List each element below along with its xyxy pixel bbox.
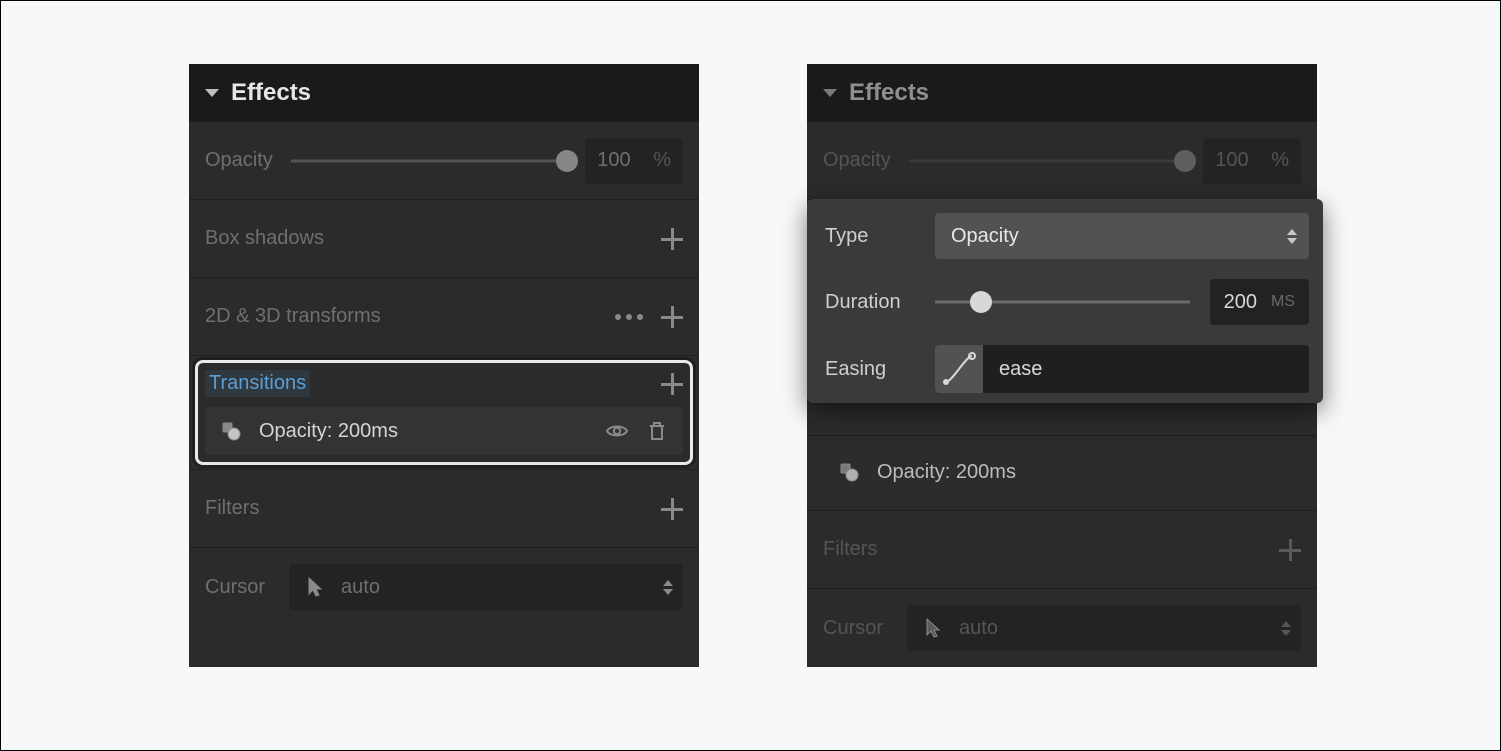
cursor-row: Cursor auto — [189, 548, 699, 626]
opacity-label: Opacity — [823, 149, 891, 172]
cursor-row: Cursor auto — [807, 589, 1317, 667]
opacity-input[interactable]: 100 % — [585, 138, 683, 184]
transforms-row: 2D & 3D transforms — [189, 278, 699, 356]
select-chevrons-icon — [1281, 621, 1291, 636]
easing-curve-icon — [935, 345, 983, 393]
opacity-slider[interactable] — [291, 146, 567, 176]
add-transform-button[interactable] — [661, 306, 683, 328]
transition-item[interactable]: Opacity: 200ms — [823, 448, 1301, 496]
collapse-icon — [823, 89, 837, 97]
duration-input[interactable]: 200 MS — [1210, 279, 1309, 325]
transition-item[interactable]: Opacity: 200ms — [205, 407, 683, 455]
delete-icon[interactable] — [645, 419, 669, 443]
transitions-label: Transitions — [205, 370, 310, 397]
cursor-value: auto — [959, 617, 998, 640]
effects-header[interactable]: Effects — [189, 64, 699, 122]
transforms-label: 2D & 3D transforms — [205, 305, 381, 328]
cursor-value: auto — [341, 576, 380, 599]
duration-slider[interactable] — [935, 287, 1190, 317]
easing-select[interactable]: ease — [935, 345, 1309, 393]
cursor-icon — [921, 616, 945, 640]
duration-label: Duration — [825, 291, 925, 314]
box-shadows-row: Box shadows — [189, 200, 699, 278]
filters-row: Filters — [189, 470, 699, 548]
cursor-label: Cursor — [205, 576, 265, 599]
filters-label: Filters — [823, 538, 877, 561]
cursor-select[interactable]: auto — [289, 564, 683, 610]
easing-label: Easing — [825, 358, 925, 381]
transition-icon — [837, 460, 861, 484]
transitions-section: Transitions Opacity: 200ms — [189, 356, 699, 470]
select-chevrons-icon — [663, 580, 673, 595]
add-filter-button[interactable] — [1279, 539, 1301, 561]
transition-settings-popup: Type Opacity Duration 200 MS Easing — [807, 199, 1323, 403]
opacity-row: Opacity 100 % — [807, 122, 1317, 200]
transition-item-label: Opacity: 200ms — [877, 461, 1287, 484]
transition-type-select[interactable]: Opacity — [935, 213, 1309, 259]
opacity-slider[interactable] — [909, 146, 1185, 176]
transition-icon — [219, 419, 243, 443]
cursor-select[interactable]: auto — [907, 605, 1301, 651]
effects-header[interactable]: Effects — [807, 64, 1317, 122]
effects-panel-left: Effects Opacity 100 % Box shadows 2D & 3… — [189, 64, 699, 667]
add-box-shadow-button[interactable] — [661, 228, 683, 250]
select-chevrons-icon — [1287, 229, 1297, 244]
transforms-more-icon[interactable] — [615, 314, 643, 320]
collapse-icon — [205, 89, 219, 97]
filters-row: Filters — [807, 511, 1317, 589]
transition-item-label: Opacity: 200ms — [259, 420, 589, 443]
opacity-label: Opacity — [205, 149, 273, 172]
add-transition-button[interactable] — [661, 373, 683, 395]
cursor-icon — [303, 575, 327, 599]
cursor-label: Cursor — [823, 617, 883, 640]
opacity-row: Opacity 100 % — [189, 122, 699, 200]
effects-panel-right: Effects Opacity 100 % Opacity: 200ms — [807, 64, 1317, 667]
easing-value: ease — [983, 358, 1309, 381]
box-shadows-label: Box shadows — [205, 227, 324, 250]
panel-title: Effects — [231, 79, 311, 107]
filters-label: Filters — [205, 497, 259, 520]
panel-title: Effects — [849, 79, 929, 107]
type-value: Opacity — [951, 225, 1019, 248]
type-label: Type — [825, 225, 925, 248]
add-filter-button[interactable] — [661, 498, 683, 520]
visibility-icon[interactable] — [605, 419, 629, 443]
opacity-input[interactable]: 100 % — [1203, 138, 1301, 184]
